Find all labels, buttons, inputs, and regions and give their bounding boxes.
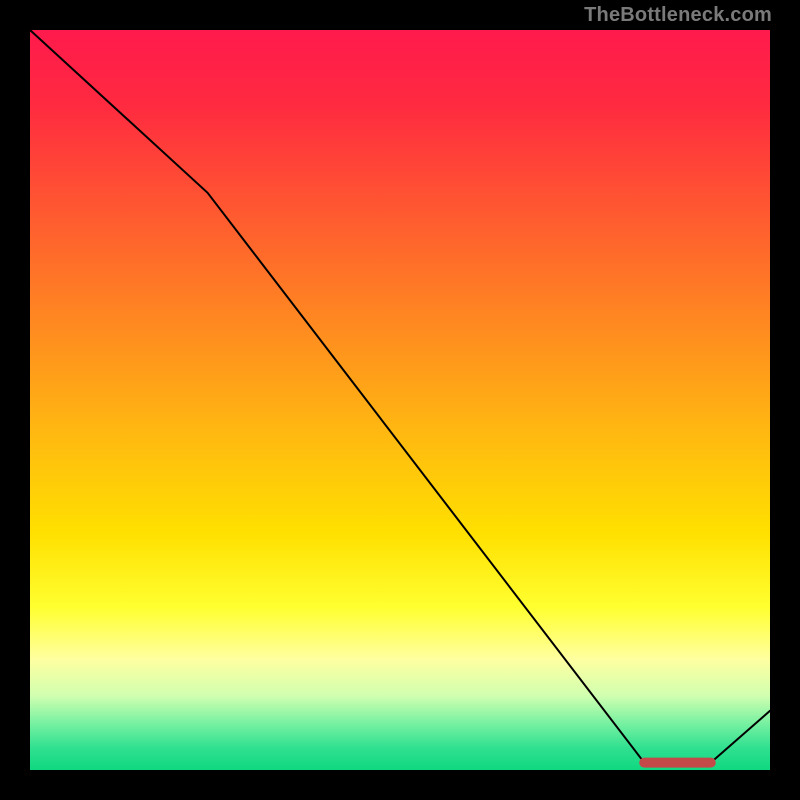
chart-container: TheBottleneck.com bbox=[0, 0, 800, 800]
watermark-label: TheBottleneck.com bbox=[584, 4, 772, 27]
chart-background-gradient bbox=[30, 30, 770, 770]
